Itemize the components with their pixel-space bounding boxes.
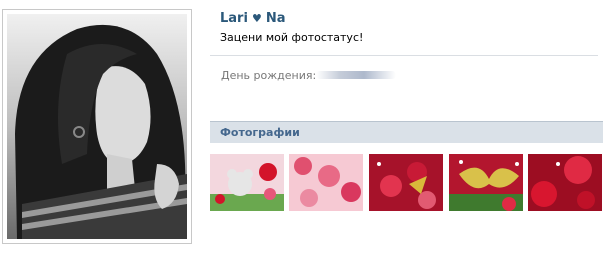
photo-thumbnail-5[interactable] (528, 154, 602, 211)
profile-status[interactable]: Зацени мой фотостатус! (220, 31, 363, 44)
photo-thumbnail-1-image (210, 154, 284, 211)
profile-photo-image (7, 14, 187, 239)
photo-thumbnail-4-image (449, 154, 523, 211)
photos-section-header[interactable]: Фотографии (210, 121, 603, 143)
photo-thumbnail-4[interactable] (449, 154, 523, 211)
photo-thumbnail-2[interactable] (289, 154, 363, 211)
divider (210, 55, 598, 56)
photo-thumbnail-1[interactable] (210, 154, 284, 211)
birthday-label: День рождения: (221, 69, 317, 82)
photos-section-title[interactable]: Фотографии (220, 126, 300, 139)
photo-strip (210, 154, 604, 211)
heart-icon: ♥ (251, 12, 262, 25)
name-second: Na (265, 11, 286, 26)
photo-thumbnail-3[interactable] (369, 154, 443, 211)
profile-photo[interactable] (7, 14, 187, 239)
photo-thumbnail-3-image (369, 154, 443, 211)
name-first: Lari (220, 11, 248, 26)
profile-name[interactable]: Lari ♥ Na (220, 11, 285, 26)
photo-thumbnail-2-image (289, 154, 363, 211)
profile-photo-frame[interactable] (2, 9, 192, 244)
birthday-value-blurred (316, 71, 396, 79)
photo-thumbnail-5-image (528, 154, 602, 211)
